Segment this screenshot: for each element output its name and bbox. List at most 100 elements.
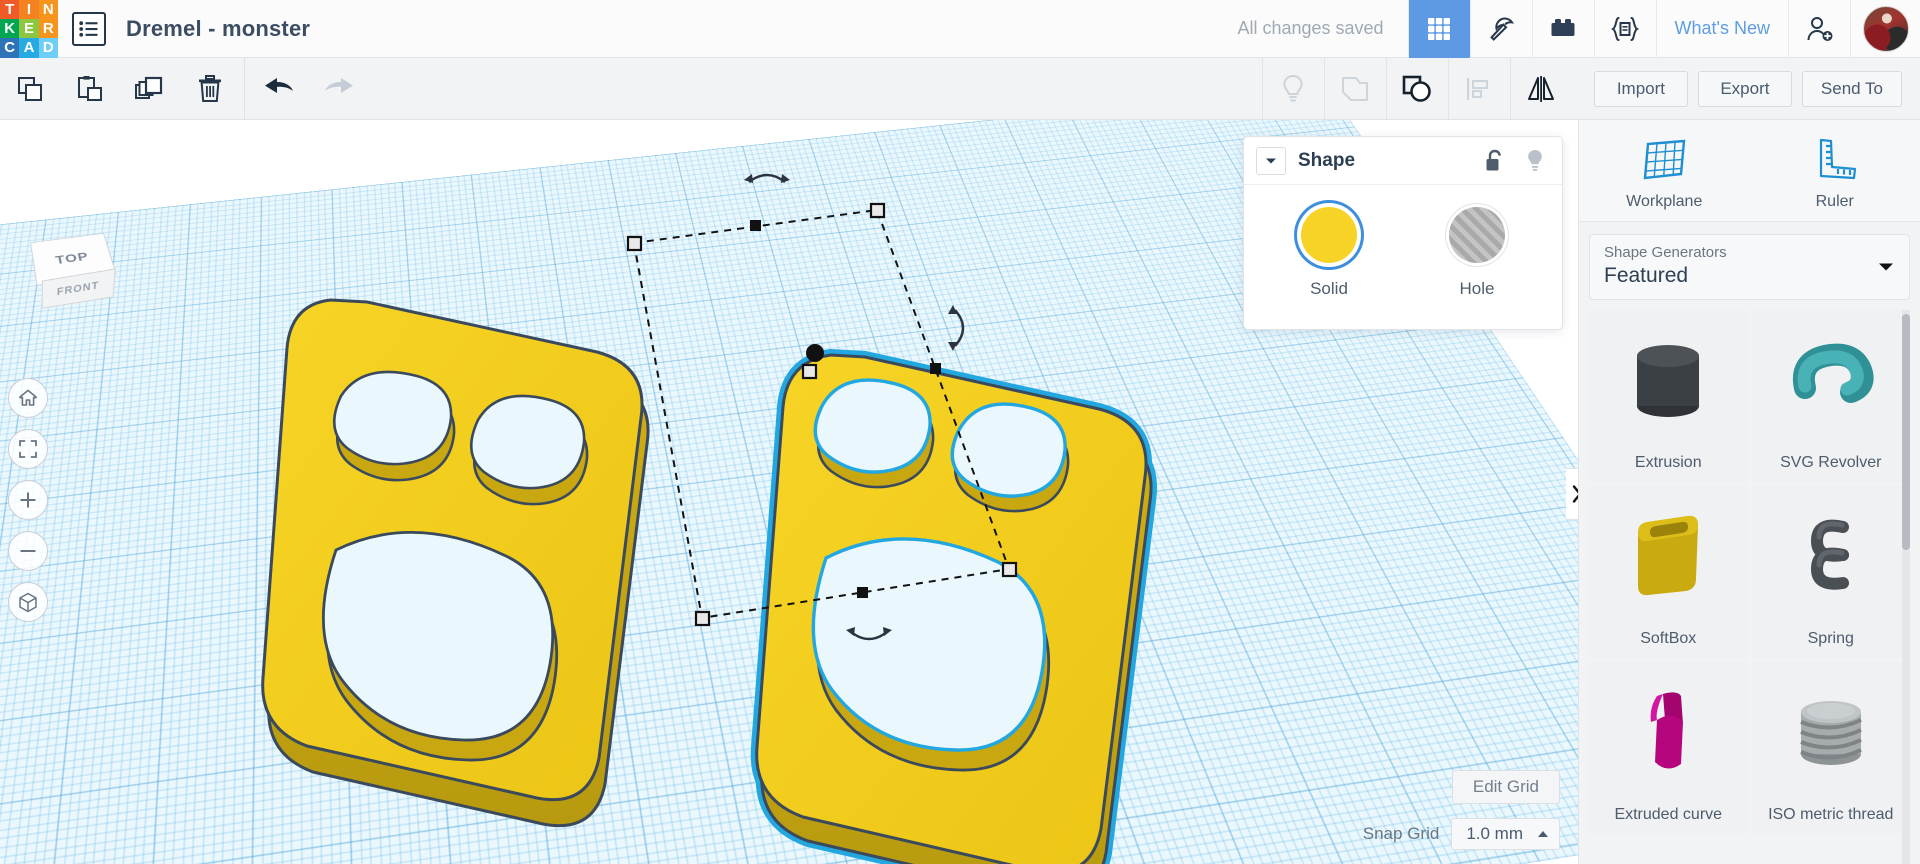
spring-thumb bbox=[1752, 486, 1911, 626]
shape-panel-actions bbox=[1484, 148, 1550, 174]
snap-grid-select[interactable]: 1.0 mm bbox=[1451, 818, 1560, 850]
mirror-button[interactable] bbox=[1509, 57, 1572, 120]
shape-panel-collapse-button[interactable] bbox=[1256, 146, 1286, 175]
ruler-tool[interactable]: Ruler bbox=[1750, 134, 1920, 211]
shape-monster-right-selected[interactable] bbox=[750, 348, 1157, 864]
workplane-tool[interactable]: Workplane bbox=[1579, 134, 1750, 211]
shape-type-options: Solid Hole bbox=[1244, 185, 1562, 329]
iso-metric-thread-label: ISO metric thread bbox=[1768, 806, 1894, 823]
shape-library-scrollbar-thumb[interactable] bbox=[1902, 314, 1910, 550]
ruler-label: Ruler bbox=[1815, 193, 1854, 210]
shape-option-solid[interactable]: Solid bbox=[1281, 207, 1377, 299]
shape-option-hole[interactable]: Hole bbox=[1429, 207, 1525, 299]
mode-3d-design-button[interactable] bbox=[1407, 0, 1470, 58]
tinkercad-app: TINKERCAD Dremel - monster All changes s… bbox=[0, 0, 1920, 864]
logo-tile-e: E bbox=[19, 18, 39, 39]
header-right-group: All changes saved What's New bbox=[1237, 0, 1920, 58]
shape-generators-label: Shape Generators bbox=[1604, 244, 1727, 261]
view-cube[interactable]: TOP FRONT bbox=[25, 230, 121, 314]
hole-label: Hole bbox=[1459, 279, 1495, 298]
shape-library-grid: Extrusion SVG Revolver SoftBox Spring Ex… bbox=[1589, 310, 1910, 834]
mode-bricks-button[interactable] bbox=[1531, 0, 1594, 58]
duplicate-button[interactable] bbox=[120, 58, 180, 120]
shape-panel-header: Shape bbox=[1244, 137, 1562, 185]
copy-button[interactable] bbox=[0, 58, 60, 120]
svg-revolver-label: SVG Revolver bbox=[1780, 454, 1882, 471]
undo-button[interactable] bbox=[249, 58, 309, 120]
group-button[interactable] bbox=[1385, 57, 1448, 120]
document-title[interactable]: Dremel - monster bbox=[126, 16, 310, 42]
softbox-thumb bbox=[1589, 486, 1748, 626]
shape-monster-left[interactable] bbox=[261, 298, 650, 828]
zoom-out-button[interactable] bbox=[8, 531, 48, 571]
resize-handle-right-mid bbox=[930, 363, 941, 374]
softbox-label: SoftBox bbox=[1640, 630, 1697, 647]
shape-generators-dropdown[interactable]: Shape Generators Featured bbox=[1589, 234, 1910, 300]
home-view-button[interactable] bbox=[8, 378, 48, 418]
lightbulb-icon[interactable] bbox=[1524, 148, 1546, 174]
note-lightbulb-button[interactable] bbox=[1261, 57, 1324, 120]
shape-item-extrusion[interactable]: Extrusion bbox=[1589, 310, 1748, 482]
redo-button[interactable] bbox=[309, 58, 369, 120]
caret-up-icon bbox=[1537, 830, 1549, 838]
export-button[interactable]: Export bbox=[1697, 70, 1792, 107]
invite-people-button[interactable] bbox=[1788, 0, 1850, 58]
tinkercad-logo[interactable]: TINKERCAD bbox=[0, 0, 58, 58]
shape-item-softbox[interactable]: SoftBox bbox=[1589, 486, 1748, 658]
app-header: TINKERCAD Dremel - monster All changes s… bbox=[0, 0, 1920, 58]
workplane-label: Workplane bbox=[1626, 193, 1703, 210]
ungroup-button[interactable] bbox=[1323, 57, 1386, 120]
avatar[interactable] bbox=[1862, 5, 1909, 52]
resize-handle-br bbox=[1001, 561, 1018, 578]
resize-handle-top-mid bbox=[750, 220, 761, 231]
height-box-handle bbox=[801, 363, 818, 380]
resize-handle-bl bbox=[694, 610, 711, 627]
right-sidebar: Workplane Ruler Shape Generators Feature… bbox=[1578, 120, 1920, 864]
extruded-curve-thumb bbox=[1589, 662, 1748, 802]
logo-tile-a: A bbox=[19, 38, 39, 58]
chevron-down-icon bbox=[1878, 262, 1894, 272]
logo-tile-c: C bbox=[0, 38, 20, 58]
logo-tile-r: R bbox=[38, 18, 58, 39]
shape-item-extruded-curve[interactable]: Extruded curve bbox=[1589, 662, 1748, 834]
perspective-toggle-button[interactable] bbox=[8, 582, 48, 622]
shape-item-spring[interactable]: Spring bbox=[1751, 486, 1911, 658]
resize-handle-bottom-mid bbox=[857, 587, 868, 598]
import-button[interactable]: Import bbox=[1593, 70, 1688, 107]
history-tools bbox=[249, 58, 369, 120]
unlock-icon[interactable] bbox=[1484, 149, 1506, 173]
shape-inspector-panel: Shape Solid Hole bbox=[1243, 136, 1563, 330]
project-menu-button[interactable] bbox=[72, 11, 106, 46]
logo-tile-n: N bbox=[38, 0, 58, 19]
iso-metric-thread-thumb bbox=[1752, 662, 1911, 802]
shape-generators-value: Featured bbox=[1604, 264, 1689, 287]
extrusion-label: Extrusion bbox=[1634, 454, 1702, 471]
shape-item-iso-metric-thread[interactable]: ISO metric thread bbox=[1751, 662, 1911, 834]
mode-codeblocks-button[interactable] bbox=[1593, 0, 1656, 58]
delete-button[interactable] bbox=[180, 58, 240, 120]
clipboard-tools bbox=[0, 58, 240, 120]
extrusion-thumb bbox=[1589, 310, 1748, 450]
toolbar-divider bbox=[244, 57, 245, 120]
shape-item-svg-revolver[interactable]: SVG Revolver bbox=[1751, 310, 1910, 482]
send-to-button[interactable]: Send To bbox=[1801, 70, 1902, 107]
hole-swatch[interactable] bbox=[1449, 207, 1505, 263]
avatar-container bbox=[1850, 0, 1920, 58]
logo-tile-k: K bbox=[0, 18, 20, 39]
whats-new-link[interactable]: What's New bbox=[1655, 0, 1788, 58]
edit-toolbar: Import Export Send To bbox=[0, 57, 1920, 120]
logo-tile-d: D bbox=[38, 38, 58, 58]
edit-grid-button[interactable]: Edit Grid bbox=[1451, 770, 1560, 804]
mode-blocks-pickaxe-button[interactable] bbox=[1469, 0, 1532, 58]
save-status: All changes saved bbox=[1237, 18, 1384, 38]
extruded-curve-label: Extruded curve bbox=[1614, 806, 1723, 823]
paste-button[interactable] bbox=[60, 58, 120, 120]
height-handle bbox=[806, 344, 824, 362]
fit-view-button[interactable] bbox=[8, 429, 48, 469]
align-button[interactable] bbox=[1447, 57, 1510, 120]
viewport-controls bbox=[8, 378, 48, 622]
snap-grid-row: Snap Grid 1.0 mm bbox=[1363, 818, 1560, 850]
spring-label: Spring bbox=[1807, 630, 1854, 647]
zoom-in-button[interactable] bbox=[8, 480, 48, 520]
solid-swatch[interactable] bbox=[1301, 207, 1357, 263]
